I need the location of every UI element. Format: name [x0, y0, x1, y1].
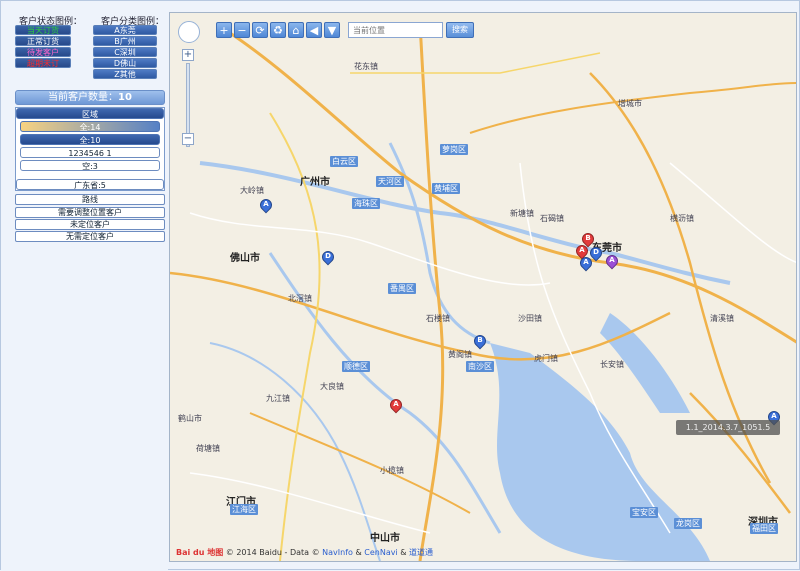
no-locate-button[interactable]: 无需定位客户	[15, 231, 165, 242]
town-label: 清溪镇	[710, 314, 734, 323]
town-label: 石楼镇	[426, 314, 450, 323]
app-window: 客户状态图例： 客户分类图例： 当天订货 正常订货 待发客户 超期未订 A东莞 …	[0, 0, 800, 571]
copyright-amp: &	[355, 548, 362, 557]
town-label: 增城市	[618, 99, 642, 108]
district-label: 白云区	[330, 156, 358, 167]
map-view[interactable]: + − + − ⟳ ♻ ⌂ ◀ ▼ 搜索 广州市 佛山市 东莞市 江门市 中山市…	[169, 12, 797, 562]
zoom-in-button[interactable]: +	[182, 49, 194, 61]
arrow-down-icon[interactable]: ◀	[306, 22, 322, 38]
region-panel: 区域 全:14 全:10 1234546 1 空:3 广东省:5	[15, 107, 165, 191]
home-icon[interactable]: ⌂	[288, 22, 304, 38]
customer-marker[interactable]: A	[257, 196, 275, 215]
customer-count-bar: 当前客户数量：10	[15, 90, 165, 105]
legend-status-overdue: 超期未订	[15, 58, 71, 68]
district-label: 顺德区	[342, 361, 370, 372]
region-item-empty[interactable]: 空:3	[20, 160, 160, 171]
unlocated-button[interactable]: 未定位客户	[15, 219, 165, 230]
copyright-text: © 2014 Baidu - Data ©	[225, 548, 320, 557]
location-search-input[interactable]	[348, 22, 443, 38]
district-label: 萝岗区	[440, 144, 468, 155]
category-legend: A东莞 B广州 C深圳 D佛山 Z其他	[93, 25, 157, 80]
customer-count-value: 10	[118, 92, 132, 103]
legend-category-b: B广州	[93, 36, 157, 46]
town-label: 花东镇	[354, 62, 378, 71]
customer-marker[interactable]: A	[387, 396, 405, 415]
adjust-position-button[interactable]: 需要调整位置客户	[15, 207, 165, 218]
town-label: 九江镇	[266, 394, 290, 403]
pan-control[interactable]	[178, 21, 200, 43]
town-label: 新塘镇	[510, 209, 534, 218]
map-copyright: Bai du 地图 © 2014 Baidu - Data © NavInfo …	[176, 547, 433, 558]
district-label: 海珠区	[352, 198, 380, 209]
district-label: 天河区	[376, 176, 404, 187]
zoom-out-button[interactable]: −	[182, 133, 194, 145]
daodaotong-link[interactable]: 道道通	[409, 548, 433, 557]
legend-category-d: D佛山	[93, 58, 157, 68]
district-label: 黄埔区	[432, 183, 460, 194]
region-item-sub[interactable]: 全:10	[20, 134, 160, 145]
route-button[interactable]: 路线	[15, 194, 165, 205]
city-label: 广州市	[300, 177, 330, 188]
legend-category-a: A东莞	[93, 25, 157, 35]
plus-icon[interactable]: +	[216, 22, 232, 38]
district-label: 江海区	[230, 504, 258, 515]
legend-status-pending: 待发客户	[15, 47, 71, 57]
town-label: 沙田镇	[518, 314, 542, 323]
region-item-all[interactable]: 全:14	[20, 121, 160, 132]
town-label: 荷塘镇	[196, 444, 220, 453]
customer-marker[interactable]: A	[603, 252, 621, 271]
region-footer-province[interactable]: 广东省:5	[16, 179, 164, 190]
town-label: 石碣镇	[540, 214, 564, 223]
district-label: 宝安区	[630, 507, 658, 518]
town-label: 北滘镇	[288, 294, 312, 303]
town-label: 大岭镇	[240, 186, 264, 195]
customer-marker[interactable]: B	[471, 332, 489, 351]
status-legend: 当天订货 正常订货 待发客户 超期未订	[15, 25, 71, 69]
town-label: 长安镇	[600, 360, 624, 369]
date-tooltip: 1.1_2014.3.7_1051.5	[676, 420, 780, 435]
city-label: 中山市	[370, 533, 400, 544]
town-label: 黄阁镇	[448, 350, 472, 359]
town-label: 大良镇	[320, 382, 344, 391]
copyright-amp2: &	[400, 548, 407, 557]
customer-marker[interactable]: D	[587, 244, 605, 263]
town-label: 横沥镇	[670, 214, 694, 223]
customer-count-label: 当前客户数量：	[48, 92, 119, 103]
sidebar: 客户状态图例： 客户分类图例： 当天订货 正常订货 待发客户 超期未订 A东莞 …	[1, 1, 168, 571]
district-label: 龙岗区	[674, 518, 702, 529]
refresh-icon[interactable]: ⟳	[252, 22, 268, 38]
town-label: 鹤山市	[178, 414, 202, 423]
customer-marker[interactable]: D	[319, 248, 337, 267]
navinfo-link[interactable]: NavInfo	[322, 548, 353, 557]
town-label: 小榄镇	[380, 466, 404, 475]
district-label: 南沙区	[466, 361, 494, 372]
city-label: 佛山市	[230, 253, 260, 264]
map-canvas	[170, 22, 796, 561]
minus-icon[interactable]: −	[234, 22, 250, 38]
cennavi-link[interactable]: CenNavi	[364, 548, 397, 557]
legend-category-z: Z其他	[93, 69, 157, 79]
recycle-icon[interactable]: ♻	[270, 22, 286, 38]
legend-status-normal: 正常订货	[15, 36, 71, 46]
region-header[interactable]: 区域	[16, 108, 164, 119]
district-label: 福田区	[750, 523, 778, 534]
town-label: 虎门镇	[534, 354, 558, 363]
filter-icon[interactable]: ▼	[324, 22, 340, 38]
search-button[interactable]: 搜索	[446, 22, 474, 38]
region-item-route[interactable]: 1234546 1	[20, 147, 160, 158]
baidu-logo: Bai du 地图	[176, 548, 224, 557]
district-label: 番禺区	[388, 283, 416, 294]
legend-status-today: 当天订货	[15, 25, 71, 35]
legend-category-c: C深圳	[93, 47, 157, 57]
